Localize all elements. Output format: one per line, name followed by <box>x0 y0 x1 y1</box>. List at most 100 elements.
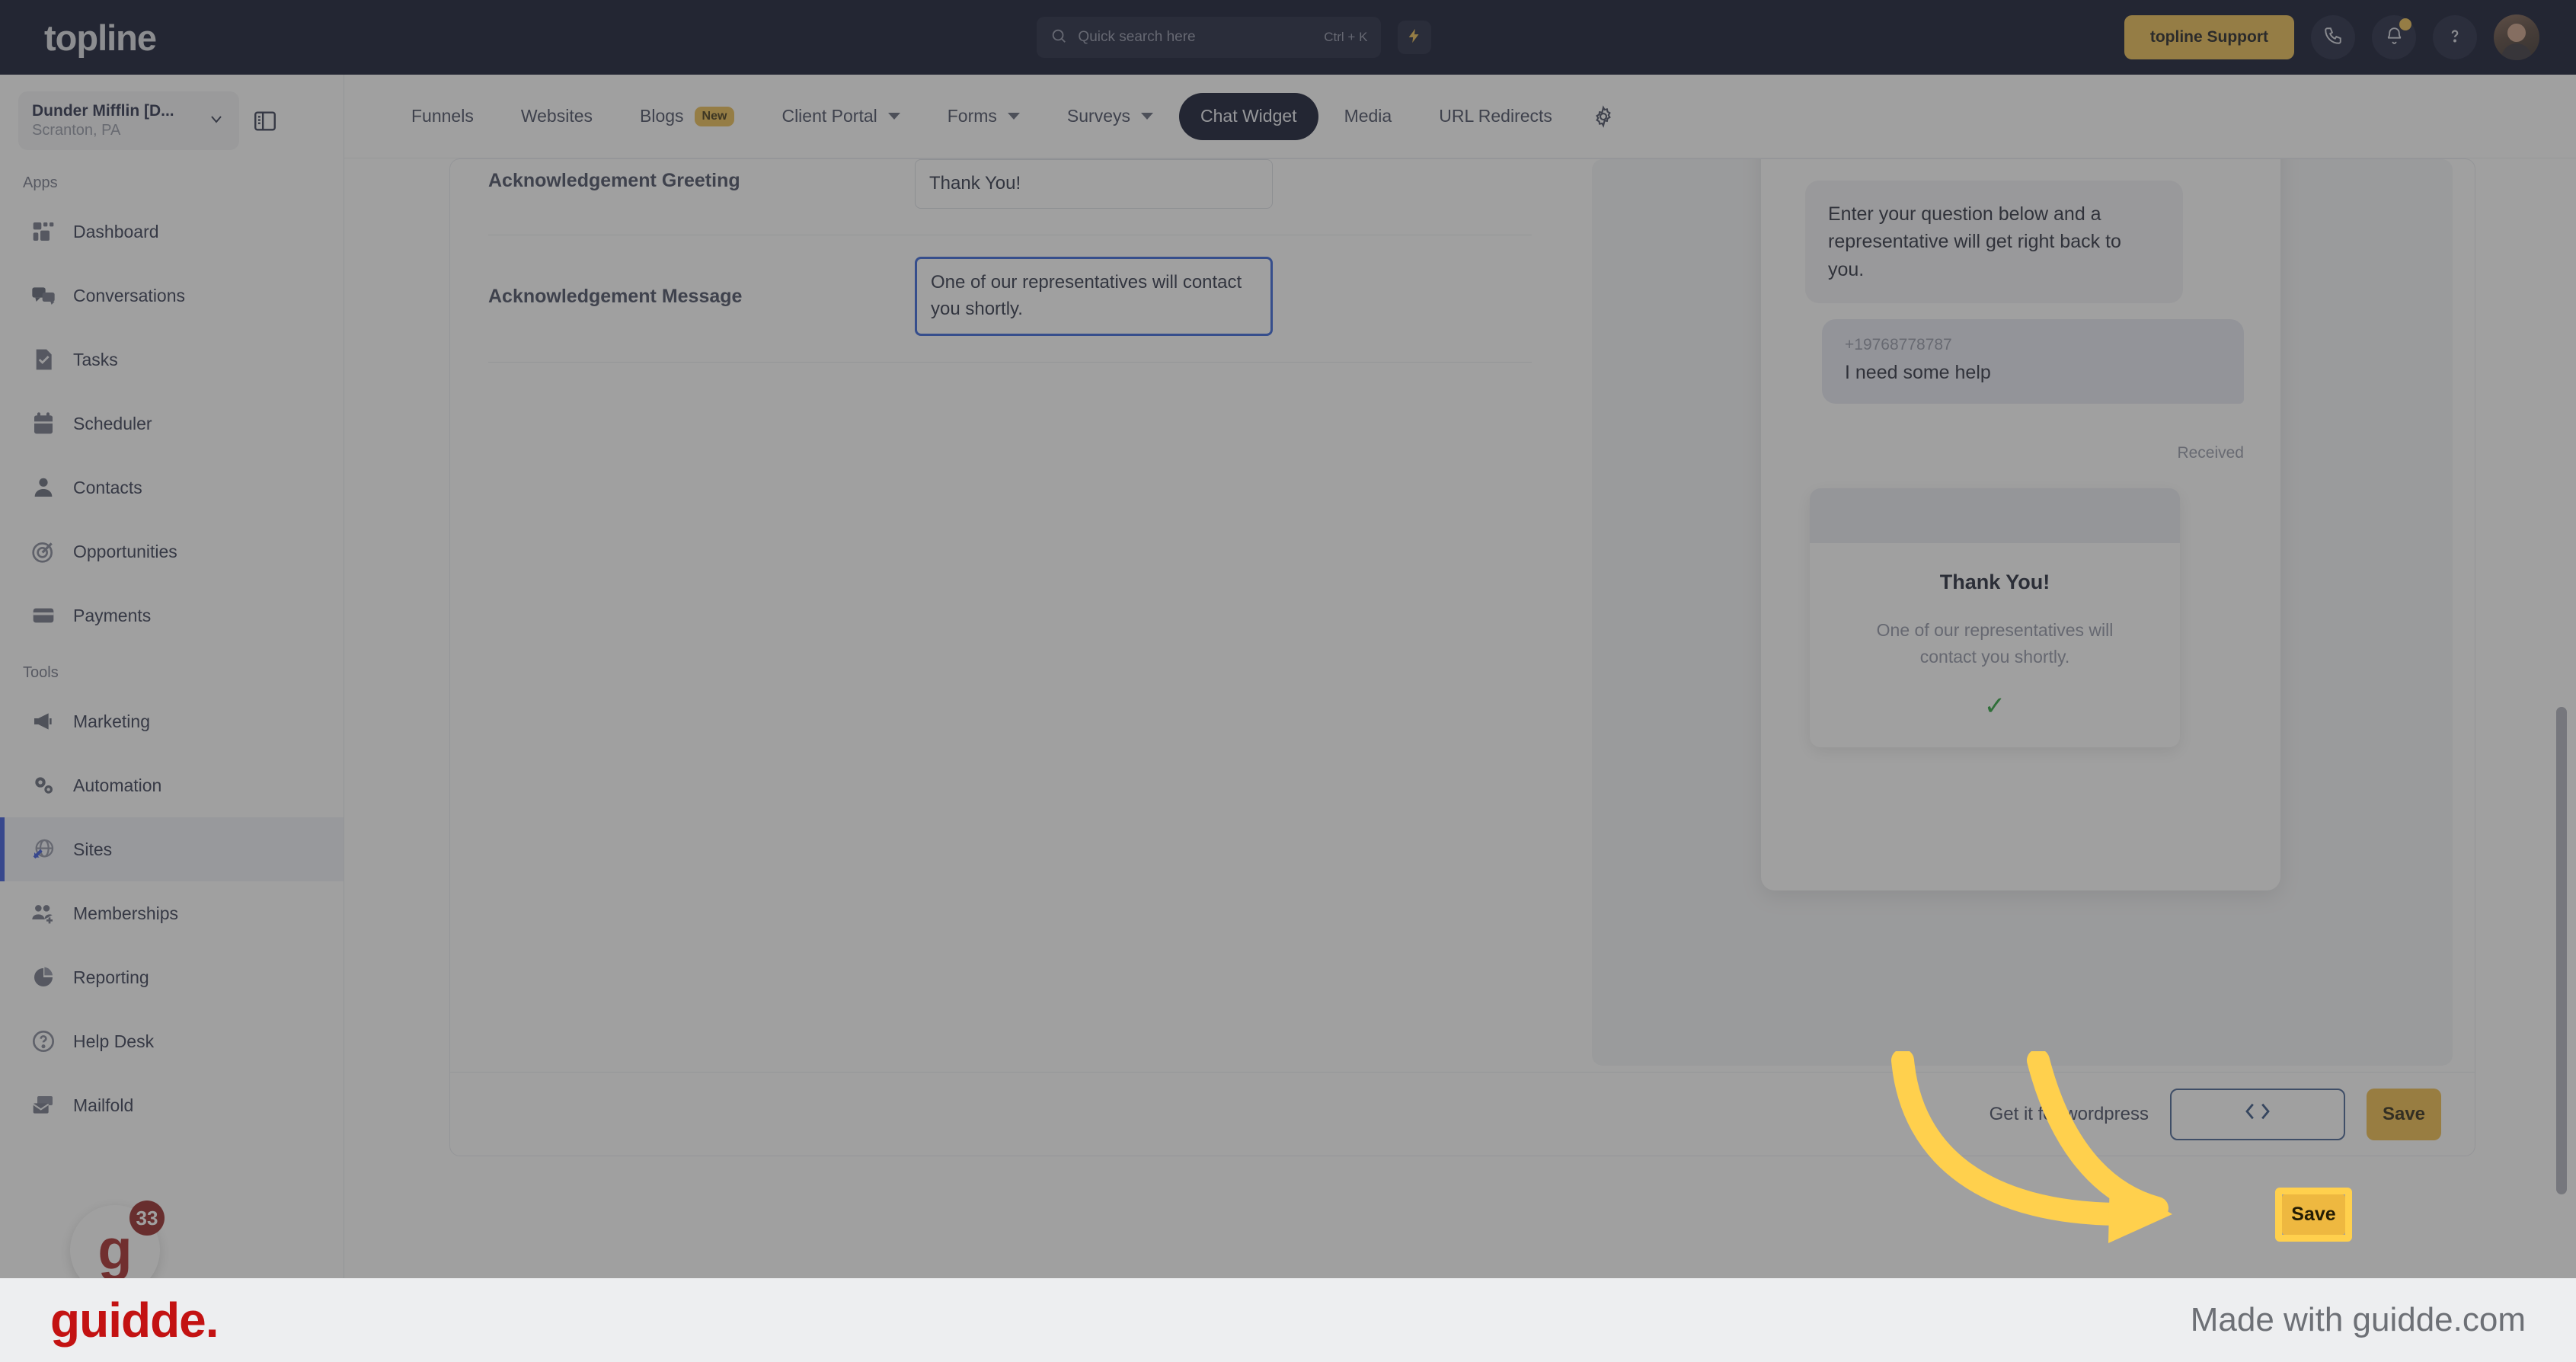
field-label: Acknowledgement Greeting <box>488 170 740 191</box>
topline-logo: topline <box>44 17 157 58</box>
sidebar-item-label: Sites <box>73 839 113 859</box>
user-phone-number: +19768778787 <box>1845 336 1952 353</box>
user-message-bubble: +19768778787 I need some help <box>1822 319 2244 404</box>
sidebar: Dunder Mifflin [D... Scranton, PA Apps D… <box>0 75 344 1295</box>
tab-client-portal[interactable]: Client Portal <box>760 93 921 140</box>
chevron-down-icon <box>207 110 225 132</box>
sidebar-item-help-desk[interactable]: Help Desk <box>0 1009 344 1073</box>
notification-dot <box>2399 18 2411 30</box>
sidebar-item-label: Contacts <box>73 477 142 497</box>
org-switcher-row: Dunder Mifflin [D... Scranton, PA <box>0 75 344 158</box>
tab-url-redirects[interactable]: URL Redirects <box>1417 93 1574 140</box>
bell-icon <box>2385 26 2404 49</box>
preview-stage: Enter your question below and a represen… <box>1592 159 2453 1066</box>
brand-area: topline <box>0 17 344 59</box>
chevron-down-icon <box>1141 113 1153 120</box>
credit-card-icon <box>30 603 56 628</box>
search-shortcut: Ctrl + K <box>1324 30 1368 44</box>
sidebar-item-label: Marketing <box>73 711 150 731</box>
mail-stack-icon <box>30 1092 56 1118</box>
sidebar-item-sites[interactable]: Sites <box>0 817 344 881</box>
sidebar-item-label: Conversations <box>73 285 186 305</box>
sidebar-item-contacts[interactable]: Contacts <box>0 456 344 520</box>
wordpress-link[interactable]: Get it for wordpress <box>1990 1104 2149 1125</box>
tab-blogs[interactable]: Blogs New <box>618 93 756 140</box>
settings-card-body: Acknowledgement Greeting Thank You! Ackn… <box>450 159 2475 1073</box>
gear-icon[interactable] <box>1592 104 1615 128</box>
sidebar-item-payments[interactable]: Payments <box>0 583 344 647</box>
chat-window-preview: Enter your question below and a represen… <box>1761 159 2280 890</box>
sidebar-section-apps: Apps <box>23 174 58 191</box>
tab-label: Funnels <box>411 106 474 126</box>
sidebar-item-mailfold[interactable]: Mailfold <box>0 1073 344 1137</box>
tab-label: Forms <box>947 106 997 126</box>
tab-forms[interactable]: Forms <box>926 93 1041 140</box>
support-button[interactable]: topline Support <box>2124 15 2294 59</box>
tab-label: Surveys <box>1066 106 1130 126</box>
bot-message-bubble: Enter your question below and a represen… <box>1805 181 2183 303</box>
code-brackets-icon <box>2242 1101 2273 1127</box>
chevron-down-icon <box>1007 113 1020 120</box>
widget-preview: Enter your question below and a represen… <box>1570 159 2475 1073</box>
pie-chart-icon <box>30 964 56 990</box>
panel-collapse-icon[interactable] <box>247 103 283 139</box>
tab-surveys[interactable]: Surveys <box>1046 93 1175 140</box>
tab-badge-new: New <box>694 106 735 126</box>
save-button[interactable]: Save <box>2367 1088 2441 1140</box>
tab-label: Media <box>1344 106 1392 126</box>
sidebar-item-label: Help Desk <box>73 1031 155 1051</box>
org-name: Dunder Mifflin [D... <box>32 102 174 120</box>
tab-funnels[interactable]: Funnels <box>390 93 495 140</box>
person-icon <box>30 475 56 500</box>
tab-chat-widget[interactable]: Chat Widget <box>1179 92 1318 140</box>
tab-media[interactable]: Media <box>1323 93 1414 140</box>
sidebar-item-dashboard[interactable]: Dashboard <box>0 200 344 264</box>
chat-bubbles-icon <box>30 283 56 309</box>
tab-websites[interactable]: Websites <box>500 93 614 140</box>
message-status: Received <box>2177 444 2244 462</box>
guidde-footer-bar: guidde. Made with guidde.com <box>0 1278 2576 1362</box>
people-add-icon <box>30 900 56 926</box>
org-location: Scranton, PA <box>32 122 121 139</box>
sidebar-item-tasks[interactable]: Tasks <box>0 328 344 392</box>
sidebar-item-conversations[interactable]: Conversations <box>0 264 344 328</box>
chevron-down-icon <box>887 113 900 120</box>
sidebar-item-automation[interactable]: Automation <box>0 753 344 817</box>
user-message-text: I need some help <box>1845 362 1991 383</box>
ack-card-title: Thank You! <box>1939 571 2050 593</box>
embed-code-button[interactable] <box>2170 1088 2345 1140</box>
settings-form: Acknowledgement Greeting Thank You! Ackn… <box>450 159 1570 1073</box>
sidebar-item-label: Tasks <box>73 349 118 369</box>
sidebar-item-memberships[interactable]: Memberships <box>0 881 344 945</box>
settings-card-footer: Get it for wordpress Save <box>450 1072 2475 1156</box>
scrollbar-thumb[interactable] <box>2556 707 2567 1194</box>
sidebar-item-label: Mailfold <box>73 1095 134 1115</box>
notifications-button[interactable] <box>2372 15 2416 59</box>
phone-button[interactable] <box>2311 15 2355 59</box>
dashboard-icon <box>30 219 56 245</box>
acknowledgement-greeting-input[interactable]: Thank You! <box>915 159 1273 209</box>
guidde-fab-letter: g <box>97 1218 133 1281</box>
sidebar-item-label: Automation <box>73 775 162 795</box>
sidebar-item-opportunities[interactable]: Opportunities <box>0 520 344 583</box>
sidebar-section-tools: Tools <box>23 664 59 681</box>
org-switcher[interactable]: Dunder Mifflin [D... Scranton, PA <box>18 91 239 150</box>
tab-label: Blogs <box>640 106 684 126</box>
sidebar-item-label: Dashboard <box>73 221 159 241</box>
vertical-scrollbar[interactable] <box>2556 158 2567 1278</box>
lightning-bolt-icon <box>1406 26 1423 50</box>
acknowledgement-message-input[interactable]: One of our representatives will contact … <box>915 256 1273 336</box>
tab-label: URL Redirects <box>1439 106 1552 126</box>
quick-actions-button[interactable] <box>1398 21 1432 54</box>
sidebar-item-scheduler[interactable]: Scheduler <box>0 392 344 456</box>
target-icon <box>30 539 56 564</box>
avatar[interactable] <box>2494 14 2539 60</box>
sidebar-item-marketing[interactable]: Marketing <box>0 689 344 753</box>
ack-card-message: One of our representatives will contact … <box>1876 620 2114 667</box>
task-check-icon <box>30 347 56 372</box>
help-button[interactable] <box>2433 15 2477 59</box>
sidebar-item-reporting[interactable]: Reporting <box>0 945 344 1009</box>
search-input[interactable]: Quick search here Ctrl + K <box>1037 17 1382 58</box>
tab-label: Client Portal <box>781 106 877 126</box>
megaphone-icon <box>30 708 56 734</box>
